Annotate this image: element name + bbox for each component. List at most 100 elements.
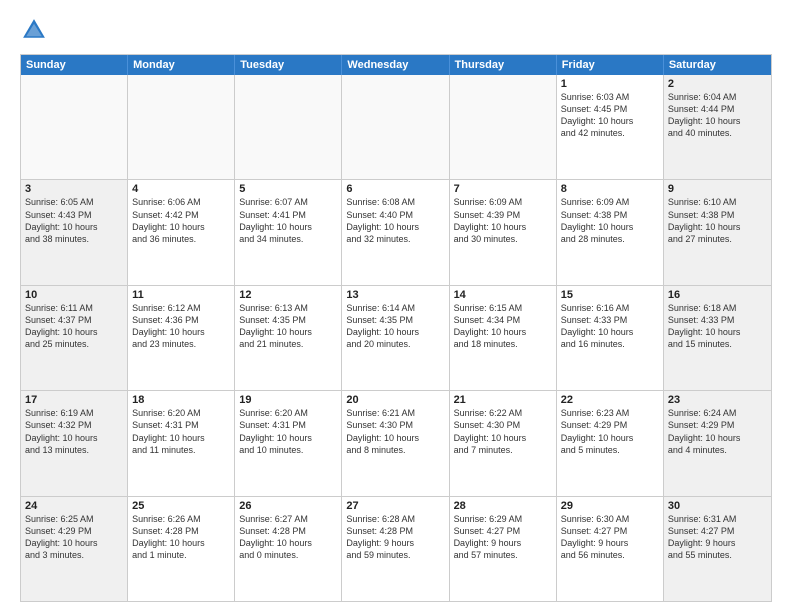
calendar-cell: 10Sunrise: 6:11 AM Sunset: 4:37 PM Dayli… (21, 286, 128, 390)
day-number: 29 (561, 500, 659, 512)
day-info: Sunrise: 6:18 AM Sunset: 4:33 PM Dayligh… (668, 302, 767, 351)
page: SundayMondayTuesdayWednesdayThursdayFrid… (0, 0, 792, 612)
calendar-cell: 12Sunrise: 6:13 AM Sunset: 4:35 PM Dayli… (235, 286, 342, 390)
calendar-cell (342, 75, 449, 179)
calendar-body: 1Sunrise: 6:03 AM Sunset: 4:45 PM Daylig… (21, 75, 771, 601)
day-number: 30 (668, 500, 767, 512)
day-number: 28 (454, 500, 552, 512)
calendar-cell: 30Sunrise: 6:31 AM Sunset: 4:27 PM Dayli… (664, 497, 771, 601)
calendar-cell: 15Sunrise: 6:16 AM Sunset: 4:33 PM Dayli… (557, 286, 664, 390)
logo-icon (20, 16, 48, 44)
day-number: 18 (132, 394, 230, 406)
day-number: 20 (346, 394, 444, 406)
day-number: 19 (239, 394, 337, 406)
day-info: Sunrise: 6:04 AM Sunset: 4:44 PM Dayligh… (668, 91, 767, 140)
day-info: Sunrise: 6:09 AM Sunset: 4:38 PM Dayligh… (561, 196, 659, 245)
day-info: Sunrise: 6:11 AM Sunset: 4:37 PM Dayligh… (25, 302, 123, 351)
weekday-header: Sunday (21, 55, 128, 75)
day-info: Sunrise: 6:28 AM Sunset: 4:28 PM Dayligh… (346, 513, 444, 562)
calendar-cell (128, 75, 235, 179)
day-info: Sunrise: 6:24 AM Sunset: 4:29 PM Dayligh… (668, 407, 767, 456)
calendar-cell: 20Sunrise: 6:21 AM Sunset: 4:30 PM Dayli… (342, 391, 449, 495)
day-info: Sunrise: 6:22 AM Sunset: 4:30 PM Dayligh… (454, 407, 552, 456)
day-info: Sunrise: 6:12 AM Sunset: 4:36 PM Dayligh… (132, 302, 230, 351)
day-number: 14 (454, 289, 552, 301)
calendar-cell: 21Sunrise: 6:22 AM Sunset: 4:30 PM Dayli… (450, 391, 557, 495)
calendar-cell: 22Sunrise: 6:23 AM Sunset: 4:29 PM Dayli… (557, 391, 664, 495)
logo (20, 16, 52, 44)
day-number: 15 (561, 289, 659, 301)
calendar-cell: 27Sunrise: 6:28 AM Sunset: 4:28 PM Dayli… (342, 497, 449, 601)
day-info: Sunrise: 6:26 AM Sunset: 4:28 PM Dayligh… (132, 513, 230, 562)
day-number: 27 (346, 500, 444, 512)
calendar-cell (21, 75, 128, 179)
calendar-cell: 6Sunrise: 6:08 AM Sunset: 4:40 PM Daylig… (342, 180, 449, 284)
calendar-row: 1Sunrise: 6:03 AM Sunset: 4:45 PM Daylig… (21, 75, 771, 179)
day-number: 6 (346, 183, 444, 195)
calendar-cell: 7Sunrise: 6:09 AM Sunset: 4:39 PM Daylig… (450, 180, 557, 284)
calendar-cell: 3Sunrise: 6:05 AM Sunset: 4:43 PM Daylig… (21, 180, 128, 284)
day-number: 22 (561, 394, 659, 406)
weekday-header: Tuesday (235, 55, 342, 75)
day-info: Sunrise: 6:08 AM Sunset: 4:40 PM Dayligh… (346, 196, 444, 245)
day-info: Sunrise: 6:05 AM Sunset: 4:43 PM Dayligh… (25, 196, 123, 245)
day-info: Sunrise: 6:16 AM Sunset: 4:33 PM Dayligh… (561, 302, 659, 351)
day-number: 26 (239, 500, 337, 512)
day-number: 17 (25, 394, 123, 406)
day-info: Sunrise: 6:03 AM Sunset: 4:45 PM Dayligh… (561, 91, 659, 140)
calendar-cell: 13Sunrise: 6:14 AM Sunset: 4:35 PM Dayli… (342, 286, 449, 390)
calendar-cell: 18Sunrise: 6:20 AM Sunset: 4:31 PM Dayli… (128, 391, 235, 495)
day-info: Sunrise: 6:20 AM Sunset: 4:31 PM Dayligh… (239, 407, 337, 456)
day-info: Sunrise: 6:19 AM Sunset: 4:32 PM Dayligh… (25, 407, 123, 456)
day-info: Sunrise: 6:13 AM Sunset: 4:35 PM Dayligh… (239, 302, 337, 351)
day-number: 16 (668, 289, 767, 301)
calendar-header: SundayMondayTuesdayWednesdayThursdayFrid… (21, 55, 771, 75)
weekday-header: Wednesday (342, 55, 449, 75)
day-number: 24 (25, 500, 123, 512)
day-number: 1 (561, 78, 659, 90)
calendar-cell: 11Sunrise: 6:12 AM Sunset: 4:36 PM Dayli… (128, 286, 235, 390)
calendar-cell: 24Sunrise: 6:25 AM Sunset: 4:29 PM Dayli… (21, 497, 128, 601)
day-number: 5 (239, 183, 337, 195)
calendar-cell: 1Sunrise: 6:03 AM Sunset: 4:45 PM Daylig… (557, 75, 664, 179)
day-info: Sunrise: 6:31 AM Sunset: 4:27 PM Dayligh… (668, 513, 767, 562)
calendar-cell: 4Sunrise: 6:06 AM Sunset: 4:42 PM Daylig… (128, 180, 235, 284)
calendar-cell: 19Sunrise: 6:20 AM Sunset: 4:31 PM Dayli… (235, 391, 342, 495)
calendar: SundayMondayTuesdayWednesdayThursdayFrid… (20, 54, 772, 602)
day-number: 23 (668, 394, 767, 406)
day-info: Sunrise: 6:09 AM Sunset: 4:39 PM Dayligh… (454, 196, 552, 245)
day-info: Sunrise: 6:27 AM Sunset: 4:28 PM Dayligh… (239, 513, 337, 562)
day-info: Sunrise: 6:25 AM Sunset: 4:29 PM Dayligh… (25, 513, 123, 562)
calendar-row: 3Sunrise: 6:05 AM Sunset: 4:43 PM Daylig… (21, 179, 771, 284)
weekday-header: Saturday (664, 55, 771, 75)
day-info: Sunrise: 6:15 AM Sunset: 4:34 PM Dayligh… (454, 302, 552, 351)
day-info: Sunrise: 6:14 AM Sunset: 4:35 PM Dayligh… (346, 302, 444, 351)
calendar-cell: 26Sunrise: 6:27 AM Sunset: 4:28 PM Dayli… (235, 497, 342, 601)
calendar-cell: 5Sunrise: 6:07 AM Sunset: 4:41 PM Daylig… (235, 180, 342, 284)
day-info: Sunrise: 6:20 AM Sunset: 4:31 PM Dayligh… (132, 407, 230, 456)
day-number: 21 (454, 394, 552, 406)
day-info: Sunrise: 6:23 AM Sunset: 4:29 PM Dayligh… (561, 407, 659, 456)
day-info: Sunrise: 6:07 AM Sunset: 4:41 PM Dayligh… (239, 196, 337, 245)
calendar-cell: 2Sunrise: 6:04 AM Sunset: 4:44 PM Daylig… (664, 75, 771, 179)
calendar-cell: 9Sunrise: 6:10 AM Sunset: 4:38 PM Daylig… (664, 180, 771, 284)
calendar-row: 24Sunrise: 6:25 AM Sunset: 4:29 PM Dayli… (21, 496, 771, 601)
calendar-cell: 14Sunrise: 6:15 AM Sunset: 4:34 PM Dayli… (450, 286, 557, 390)
day-info: Sunrise: 6:10 AM Sunset: 4:38 PM Dayligh… (668, 196, 767, 245)
weekday-header: Friday (557, 55, 664, 75)
day-number: 12 (239, 289, 337, 301)
day-number: 4 (132, 183, 230, 195)
calendar-cell: 16Sunrise: 6:18 AM Sunset: 4:33 PM Dayli… (664, 286, 771, 390)
calendar-cell: 17Sunrise: 6:19 AM Sunset: 4:32 PM Dayli… (21, 391, 128, 495)
day-number: 2 (668, 78, 767, 90)
calendar-cell: 25Sunrise: 6:26 AM Sunset: 4:28 PM Dayli… (128, 497, 235, 601)
day-number: 3 (25, 183, 123, 195)
calendar-cell: 29Sunrise: 6:30 AM Sunset: 4:27 PM Dayli… (557, 497, 664, 601)
day-number: 9 (668, 183, 767, 195)
header (20, 16, 772, 44)
calendar-cell: 8Sunrise: 6:09 AM Sunset: 4:38 PM Daylig… (557, 180, 664, 284)
day-number: 13 (346, 289, 444, 301)
day-number: 8 (561, 183, 659, 195)
day-number: 10 (25, 289, 123, 301)
calendar-cell (235, 75, 342, 179)
